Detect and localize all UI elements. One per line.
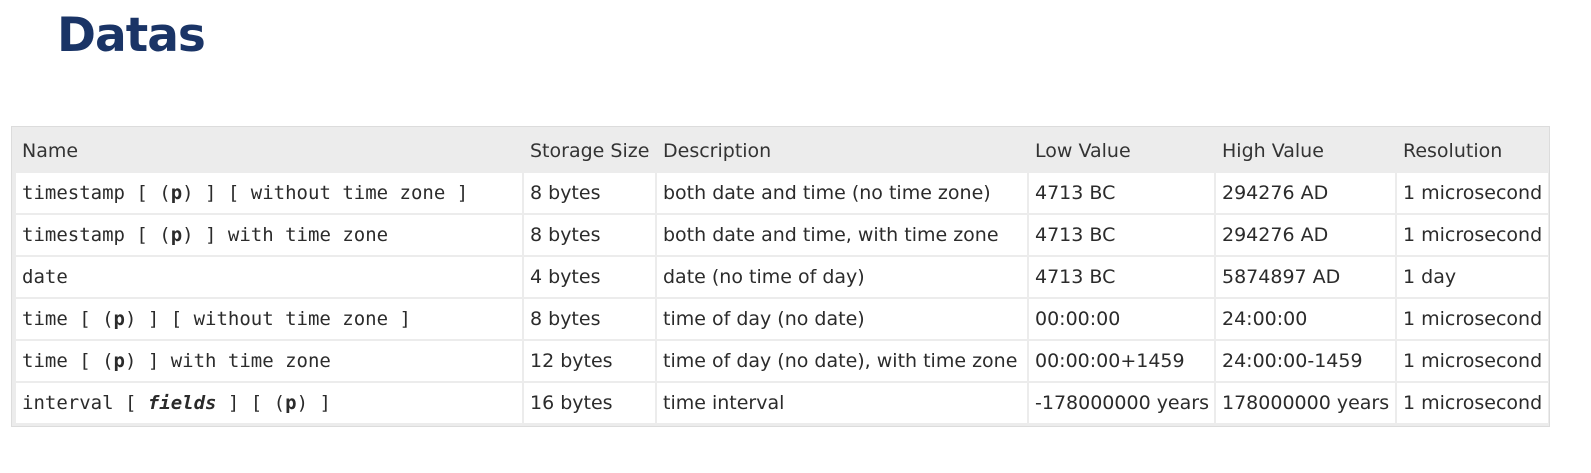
type-name-text: ) ] [296,392,331,414]
type-name-cell: timestamp [ (p) ] [ without time zone ] [16,173,522,213]
low-value-cell: 00:00:00 [1029,299,1214,339]
type-name-text: ) ] with time zone [124,350,331,372]
high-value-cell: 5874897 AD [1216,257,1395,297]
column-header-resolution: Resolution [1397,131,1548,171]
data-types-table: Name Storage Size Description Low Value … [14,129,1550,425]
type-name-text: ] [ ( [216,392,286,414]
precision-param: p [170,224,183,246]
high-value-cell: 294276 AD [1216,173,1395,213]
resolution-cell: 1 day [1397,257,1548,297]
resolution-cell: 1 microsecond [1397,341,1548,381]
table-row: timestamp [ (p) ] with time zone 8 bytes… [16,215,1548,255]
type-name-text: ) ] [ without time zone ] [124,308,411,330]
precision-param: p [113,350,125,372]
storage-size-cell: 4 bytes [524,257,655,297]
column-header-name: Name [16,131,522,171]
resolution-cell: 1 microsecond [1397,299,1548,339]
type-name-text: time [ ( [22,350,114,372]
type-name-cell: time [ (p) ] with time zone [16,341,522,381]
description-cell: both date and time (no time zone) [657,173,1027,213]
table-row: time [ (p) ] [ without time zone ] 8 byt… [16,299,1548,339]
low-value-cell: 4713 BC [1029,173,1214,213]
type-name-text: time [ ( [22,308,114,330]
type-name-text: ) ] [ without time zone ] [182,182,469,204]
precision-param: p [285,392,297,414]
data-types-table-container: Name Storage Size Description Low Value … [11,126,1550,427]
table-row: timestamp [ (p) ] [ without time zone ] … [16,173,1548,213]
storage-size-cell: 12 bytes [524,341,655,381]
type-name-text: ) ] with time zone [182,224,389,246]
type-name-cell: time [ (p) ] [ without time zone ] [16,299,522,339]
low-value-cell: -178000000 years [1029,383,1214,423]
type-name-cell: date [16,257,522,297]
description-cell: time interval [657,383,1027,423]
type-name-cell: interval [ fields ] [ (p) ] [16,383,522,423]
storage-size-cell: 8 bytes [524,173,655,213]
high-value-cell: 24:00:00 [1216,299,1395,339]
low-value-cell: 4713 BC [1029,257,1214,297]
precision-param: p [113,308,125,330]
description-cell: date (no time of day) [657,257,1027,297]
type-name-cell: timestamp [ (p) ] with time zone [16,215,522,255]
column-header-low-value: Low Value [1029,131,1214,171]
storage-size-cell: 8 bytes [524,215,655,255]
low-value-cell: 00:00:00+1459 [1029,341,1214,381]
type-name-text: timestamp [ ( [22,182,171,204]
description-cell: time of day (no date), with time zone [657,341,1027,381]
high-value-cell: 294276 AD [1216,215,1395,255]
fields-param: fields [147,392,217,414]
type-name-text: timestamp [ ( [22,224,171,246]
type-name-text: interval [ [22,392,148,414]
table-row: time [ (p) ] with time zone 12 bytes tim… [16,341,1548,381]
table-header-row: Name Storage Size Description Low Value … [16,131,1548,171]
page-title: Datas [57,8,206,63]
precision-param: p [170,182,183,204]
high-value-cell: 24:00:00-1459 [1216,341,1395,381]
column-header-description: Description [657,131,1027,171]
table-row: interval [ fields ] [ (p) ] 16 bytes tim… [16,383,1548,423]
column-header-storage-size: Storage Size [524,131,655,171]
storage-size-cell: 16 bytes [524,383,655,423]
storage-size-cell: 8 bytes [524,299,655,339]
high-value-cell: 178000000 years [1216,383,1395,423]
description-cell: both date and time, with time zone [657,215,1027,255]
column-header-high-value: High Value [1216,131,1395,171]
resolution-cell: 1 microsecond [1397,215,1548,255]
resolution-cell: 1 microsecond [1397,173,1548,213]
resolution-cell: 1 microsecond [1397,383,1548,423]
low-value-cell: 4713 BC [1029,215,1214,255]
type-name-text: date [22,266,68,288]
description-cell: time of day (no date) [657,299,1027,339]
table-row: date 4 bytes date (no time of day) 4713 … [16,257,1548,297]
